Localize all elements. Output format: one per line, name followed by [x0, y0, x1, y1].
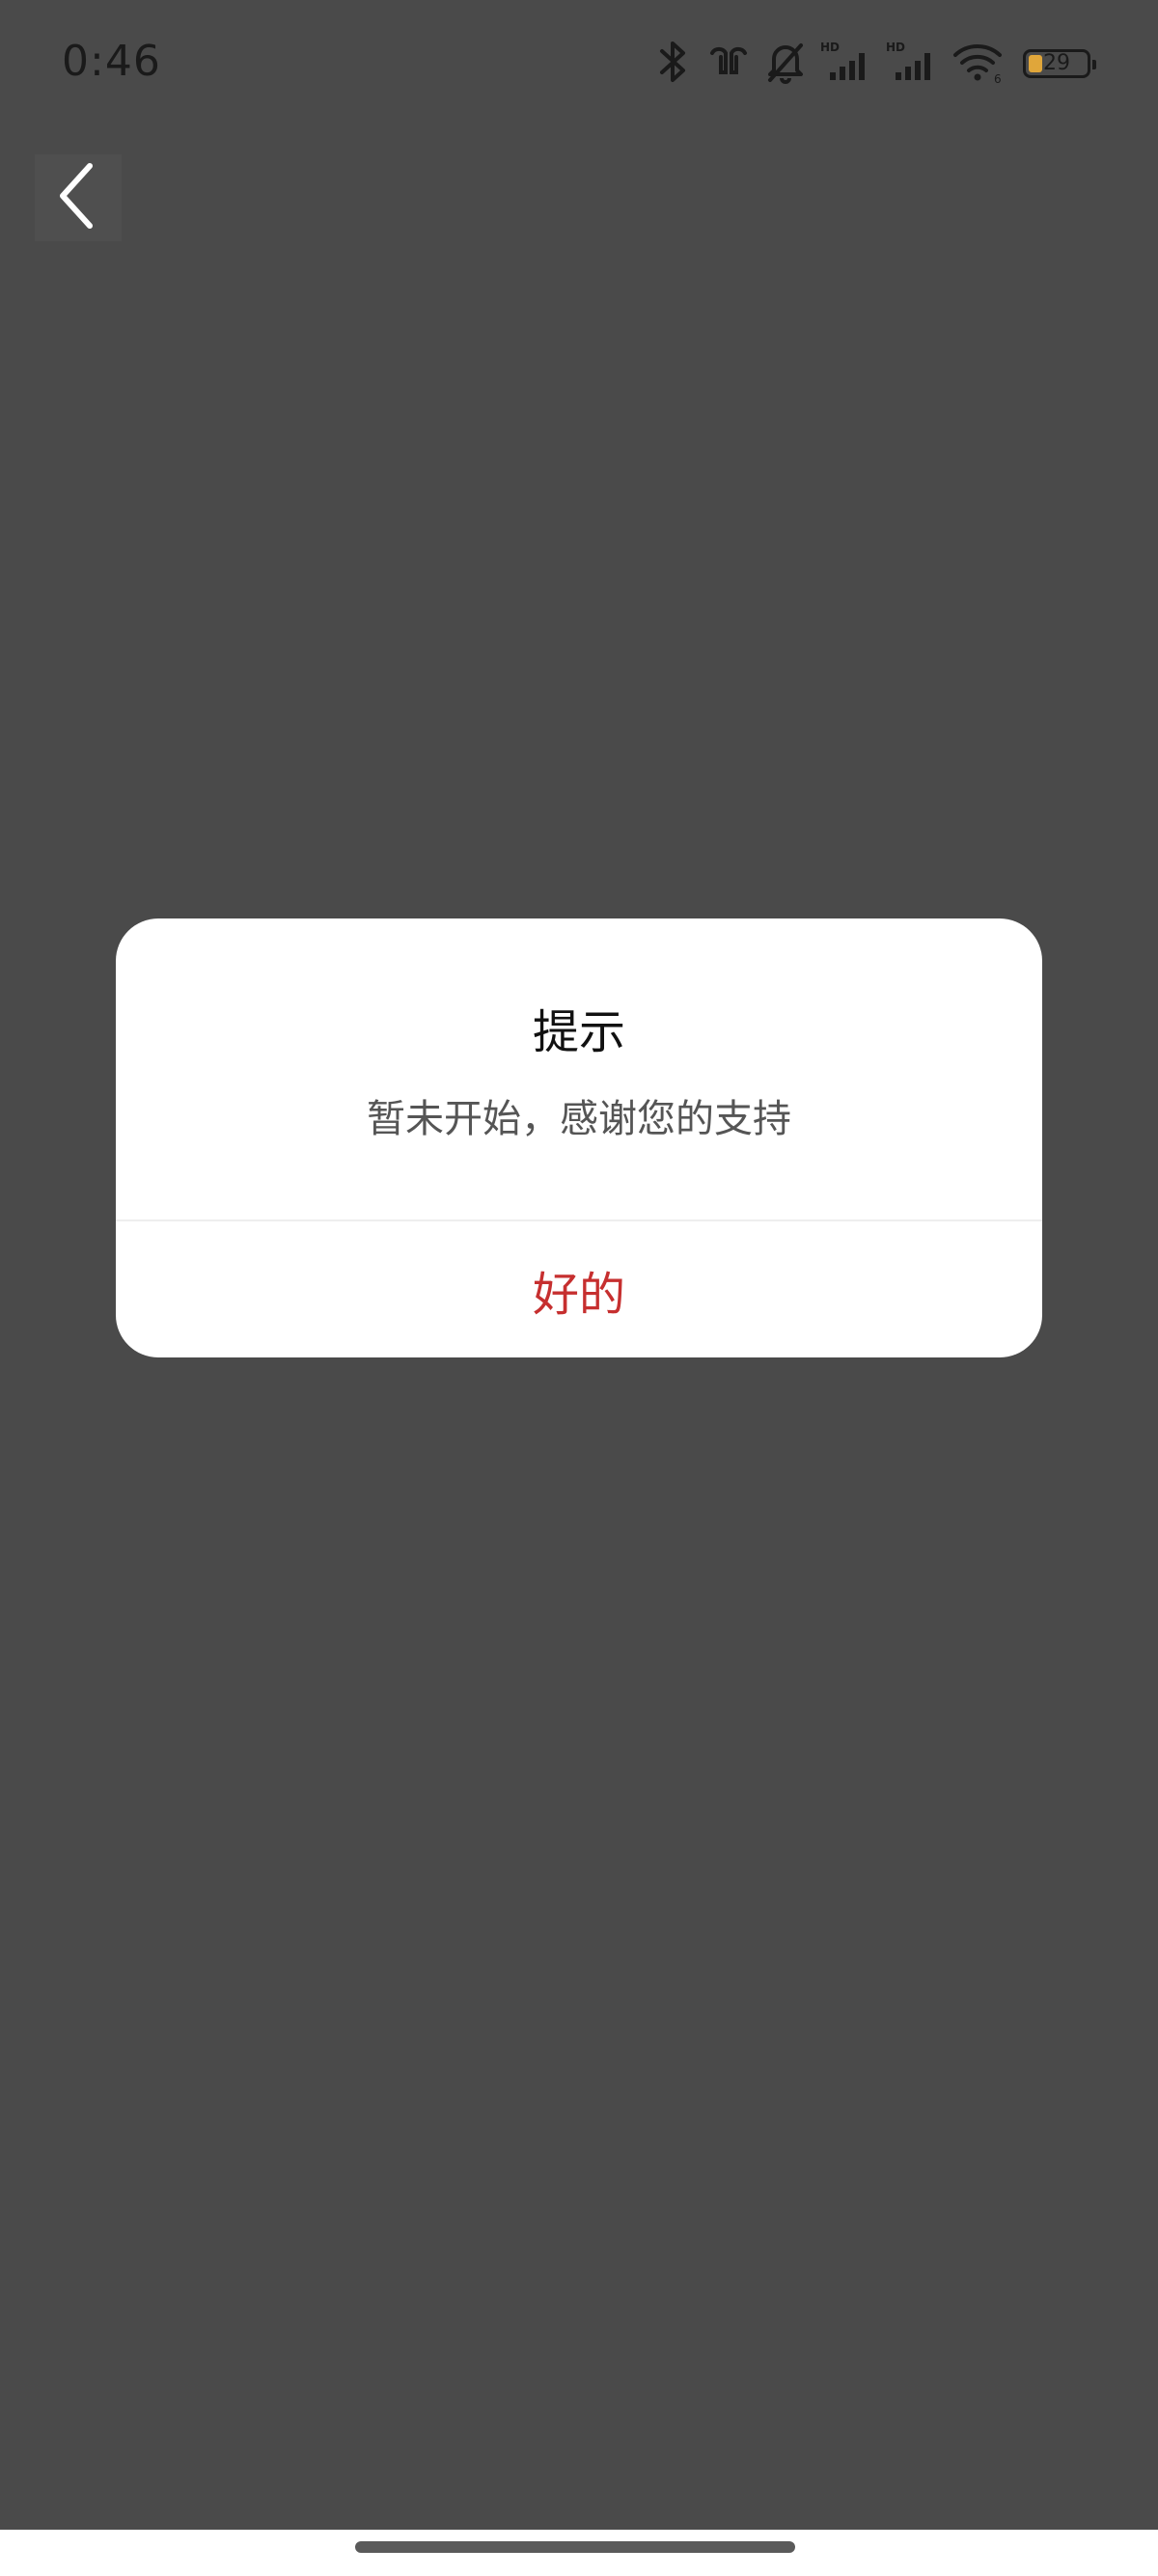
- hd-signal-icon: HD: [820, 40, 872, 88]
- ok-button[interactable]: 好的: [116, 1221, 1042, 1357]
- hd-signal-icon: HD: [886, 40, 938, 88]
- battery-icon: 29: [1023, 49, 1096, 78]
- battery-level: 29: [1043, 51, 1070, 75]
- dialog-message: 暂未开始，感谢您的支持: [367, 1097, 791, 1141]
- mute-bell-icon: [764, 40, 807, 88]
- status-time: 0:46: [62, 37, 161, 86]
- home-indicator[interactable]: [355, 2541, 795, 2553]
- chevron-left-icon: [57, 162, 99, 233]
- status-bar: 0:46 HD HD 6 29: [0, 0, 1158, 135]
- svg-text:6: 6: [994, 72, 1002, 84]
- bluetooth-icon: [654, 40, 693, 88]
- svg-text:HD: HD: [820, 41, 840, 54]
- back-button[interactable]: [35, 154, 122, 241]
- status-icons: HD HD 6 29: [641, 40, 1096, 88]
- alert-dialog: 提示 暂未开始，感谢您的支持 好的: [116, 918, 1042, 1357]
- dialog-title: 提示: [532, 1005, 625, 1059]
- wifi-icon: 6: [951, 40, 1006, 88]
- earbuds-icon: [706, 40, 751, 88]
- navigation-bar: [0, 2530, 1158, 2576]
- svg-text:HD: HD: [886, 41, 905, 54]
